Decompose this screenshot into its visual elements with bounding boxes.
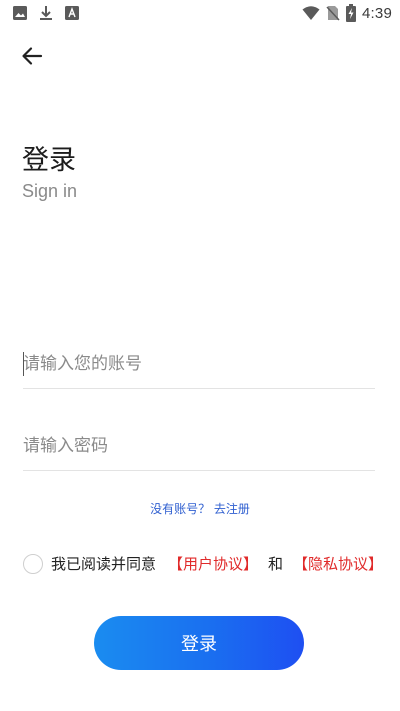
no-sim-icon: [326, 5, 340, 21]
account-field-container: [23, 340, 375, 389]
status-bar-left: [12, 5, 80, 21]
agreement-prefix: 我已阅读并同意: [51, 555, 157, 573]
password-input[interactable]: [23, 422, 375, 470]
status-time: 4:39: [362, 4, 392, 22]
wifi-icon: [302, 5, 320, 21]
register-link[interactable]: 去注册: [214, 502, 250, 516]
image-icon: [12, 5, 28, 21]
account-input[interactable]: [23, 340, 375, 388]
user-agreement-link[interactable]: 【用户协议】: [168, 553, 258, 574]
text-box-icon: [64, 5, 80, 21]
agreement-checkbox[interactable]: [23, 553, 43, 574]
agreement-row: 我已阅读并同意 【用户协议】 和 【隐私协议】: [23, 553, 383, 574]
login-button-label: 登录: [181, 634, 217, 655]
text-cursor: [23, 352, 24, 376]
page-subtitle: Sign in: [22, 181, 78, 201]
status-bar: 4:39: [0, 0, 400, 28]
arrow-left-icon: [21, 46, 43, 66]
download-icon: [38, 5, 54, 21]
privacy-agreement-link[interactable]: 【隐私协议】: [293, 553, 383, 574]
register-prompt: 没有账号？: [150, 502, 211, 516]
password-field-container: [23, 422, 375, 471]
status-bar-right: 4:39: [302, 4, 392, 22]
page-title: 登录: [22, 145, 76, 176]
agreement-conjunction: 和: [268, 555, 284, 573]
back-button[interactable]: [16, 40, 48, 72]
battery-charging-icon: [346, 4, 356, 22]
login-button[interactable]: 登录: [94, 616, 304, 670]
register-row: 没有账号？ 去注册: [0, 500, 400, 517]
